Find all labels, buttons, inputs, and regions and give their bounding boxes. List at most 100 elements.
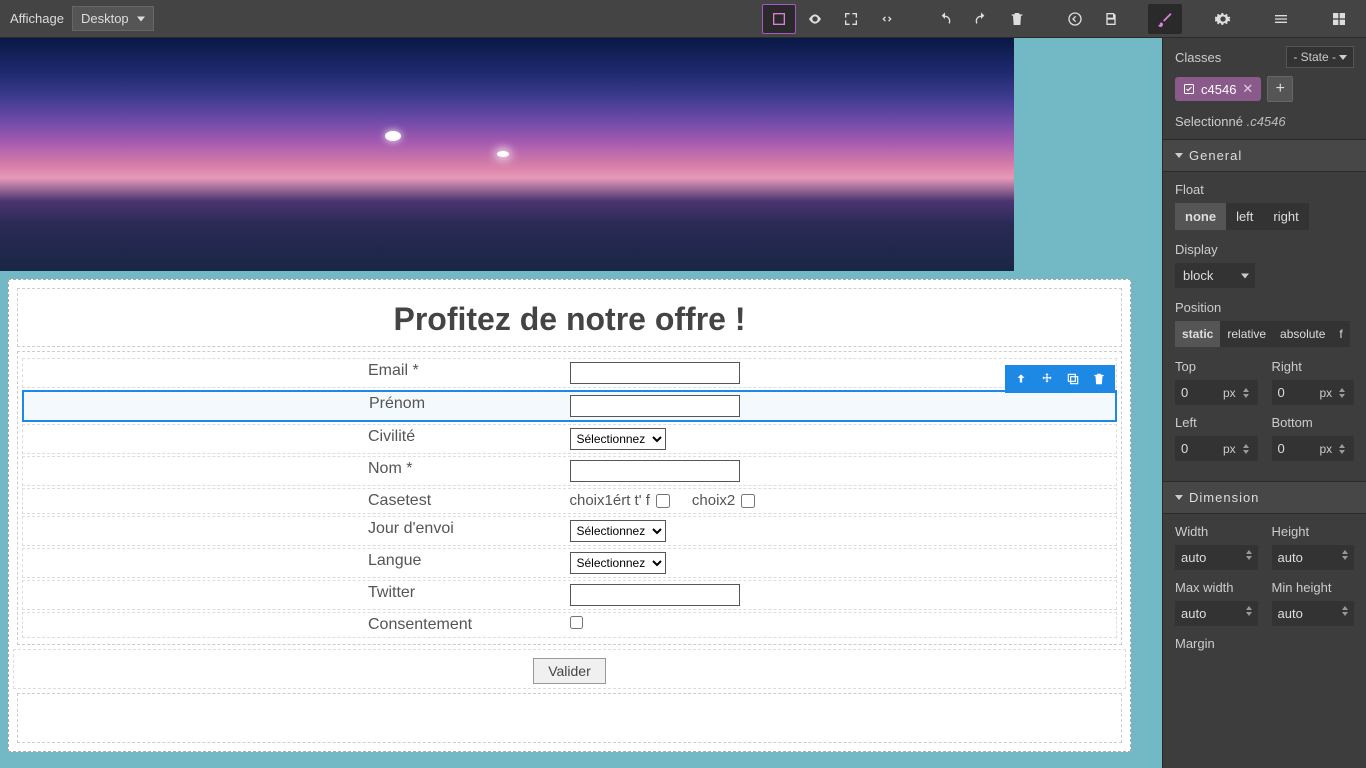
label-langue: Langue: [23, 552, 570, 574]
caret-down-icon: [1175, 495, 1183, 500]
form-body: Email * Prénom Civilité Sélectionnez: [17, 351, 1122, 645]
row-langue: Langue Sélectionnez: [22, 548, 1117, 578]
state-select[interactable]: - State -: [1286, 46, 1354, 68]
move-icon[interactable]: [1034, 368, 1060, 390]
submit-button[interactable]: Valider: [533, 658, 606, 684]
bottom-stepper[interactable]: [1336, 436, 1348, 461]
save-icon[interactable]: [1094, 4, 1128, 34]
label-prenom: Prénom: [24, 395, 570, 417]
code-icon[interactable]: [870, 4, 904, 34]
redo-icon[interactable]: [964, 4, 998, 34]
topbar: Affichage Desktop: [0, 0, 1366, 38]
minheight-label: Min height: [1272, 580, 1355, 595]
display-prop-select[interactable]: block: [1175, 263, 1255, 288]
label-email: Email *: [23, 362, 570, 384]
float-none[interactable]: none: [1175, 203, 1226, 230]
width-select[interactable]: auto: [1175, 545, 1258, 570]
label-casetest: Casetest: [23, 492, 570, 510]
pos-relative[interactable]: relative: [1220, 321, 1273, 347]
margin-label: Margin: [1175, 636, 1354, 651]
section-general[interactable]: General: [1163, 139, 1366, 172]
top-input[interactable]: [1175, 380, 1219, 405]
section-dimension[interactable]: Dimension: [1163, 481, 1366, 514]
left-label: Left: [1175, 415, 1258, 430]
top-label: Top: [1175, 359, 1258, 374]
brush-icon[interactable]: [1148, 4, 1182, 34]
toolbar-right: [1148, 4, 1356, 34]
hero-image: [0, 38, 1014, 271]
width-label: Width: [1175, 524, 1258, 539]
row-prenom[interactable]: Prénom: [22, 390, 1117, 422]
row-nom: Nom *: [22, 456, 1117, 486]
selected-info: Selectionné .c4546: [1163, 110, 1366, 139]
style-panel: Classes - State - c4546 ✕ + Selectionné …: [1162, 38, 1366, 768]
input-twitter[interactable]: [570, 584, 740, 606]
position-label: Position: [1175, 300, 1354, 315]
select-langue[interactable]: Sélectionnez: [570, 552, 666, 574]
input-email[interactable]: [570, 362, 740, 384]
select-outline-icon[interactable]: [762, 4, 796, 34]
right-stepper[interactable]: [1336, 380, 1348, 405]
bottom-input[interactable]: [1272, 436, 1316, 461]
check-icon: [1183, 83, 1195, 95]
label-jour: Jour d'envoi: [23, 520, 570, 542]
pos-static[interactable]: static: [1175, 321, 1220, 347]
maxwidth-select[interactable]: auto: [1175, 601, 1258, 626]
back-icon[interactable]: [1058, 4, 1092, 34]
selection-toolbar: [1005, 365, 1115, 393]
menu-icon[interactable]: [1264, 4, 1298, 34]
position-group: static relative absolute f: [1175, 321, 1354, 347]
bottom-label: Bottom: [1272, 415, 1355, 430]
input-nom[interactable]: [570, 460, 740, 482]
checkbox-consentement[interactable]: [570, 616, 583, 629]
choice2-label: choix2: [692, 492, 735, 509]
label-twitter: Twitter: [23, 584, 570, 606]
trash-icon[interactable]: [1000, 4, 1034, 34]
float-right[interactable]: right: [1263, 203, 1308, 230]
label-civilite: Civilité: [23, 428, 570, 450]
fullscreen-icon[interactable]: [834, 4, 868, 34]
pos-absolute[interactable]: absolute: [1273, 321, 1332, 347]
top-stepper[interactable]: [1240, 380, 1252, 405]
delete-icon[interactable]: [1086, 368, 1112, 390]
maxwidth-label: Max width: [1175, 580, 1258, 595]
float-group: none left right: [1175, 203, 1354, 230]
class-tag[interactable]: c4546 ✕: [1175, 77, 1261, 101]
row-jour: Jour d'envoi Sélectionnez: [22, 516, 1117, 546]
select-parent-icon[interactable]: [1008, 368, 1034, 390]
classes-label: Classes: [1175, 50, 1221, 65]
undo-icon[interactable]: [928, 4, 962, 34]
height-select[interactable]: auto: [1272, 545, 1355, 570]
canvas[interactable]: Profitez de notre offre ! Email * Prénom: [0, 38, 1162, 768]
label-nom: Nom *: [23, 460, 570, 482]
row-civilite: Civilité Sélectionnez: [22, 424, 1117, 454]
select-jour[interactable]: Sélectionnez: [570, 520, 666, 542]
right-label: Right: [1272, 359, 1355, 374]
row-twitter: Twitter: [22, 580, 1117, 610]
minheight-select[interactable]: auto: [1272, 601, 1355, 626]
select-civilite[interactable]: Sélectionnez: [570, 428, 666, 450]
gear-icon[interactable]: [1206, 4, 1240, 34]
display-select[interactable]: Desktop: [72, 6, 154, 31]
eye-icon[interactable]: [798, 4, 832, 34]
copy-icon[interactable]: [1060, 368, 1086, 390]
bottom-title: [18, 702, 1121, 734]
float-left[interactable]: left: [1226, 203, 1263, 230]
grid-icon[interactable]: [1322, 4, 1356, 34]
row-consentement: Consentement: [22, 612, 1117, 638]
form-container: Profitez de notre offre ! Email * Prénom: [8, 279, 1131, 752]
close-icon[interactable]: ✕: [1242, 81, 1253, 97]
right-input[interactable]: [1272, 380, 1316, 405]
topbar-left: Affichage Desktop: [10, 6, 154, 31]
toolbar-center: [762, 4, 1128, 34]
pos-more[interactable]: f: [1332, 321, 1349, 347]
left-stepper[interactable]: [1240, 436, 1252, 461]
form-title: Profitez de notre offre !: [17, 288, 1122, 347]
checkbox-choice2[interactable]: [741, 494, 755, 508]
checkbox-choice1[interactable]: [656, 494, 670, 508]
input-prenom[interactable]: [570, 395, 740, 417]
submit-row: Valider: [13, 649, 1126, 689]
choice1-label: choix1ért t' f: [570, 492, 650, 509]
add-class-button[interactable]: +: [1267, 76, 1293, 102]
left-input[interactable]: [1175, 436, 1219, 461]
